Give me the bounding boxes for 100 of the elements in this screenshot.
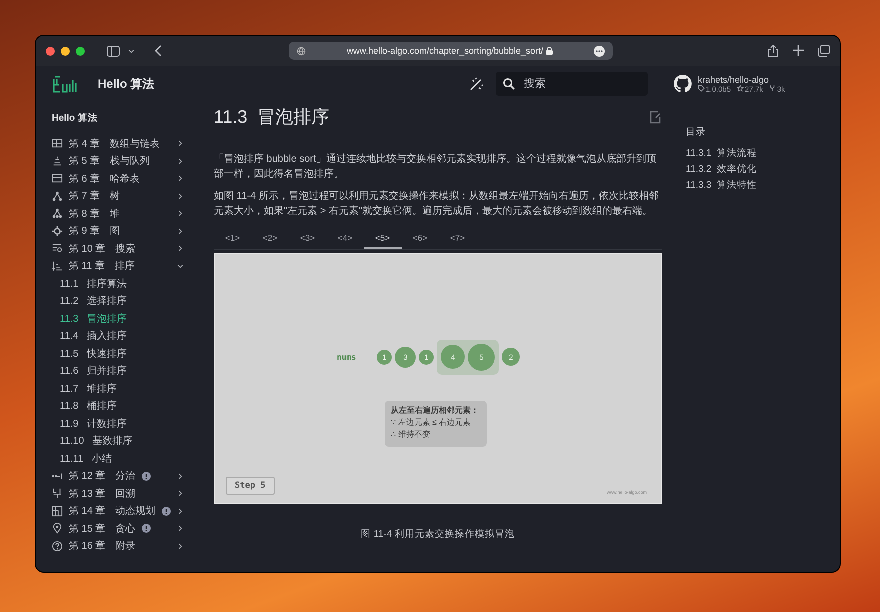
legend-title: 从左至右遍历相邻元素：	[391, 405, 479, 417]
grid-icon	[52, 138, 63, 150]
sidebar-toggle-icon[interactable]	[107, 46, 120, 56]
chevron-down-icon[interactable]	[128, 48, 135, 54]
toc-link[interactable]: 11.3.3 算法特性	[686, 179, 830, 195]
chevron-right-icon	[177, 472, 184, 480]
toc-link[interactable]: 11.3.1 算法流程	[686, 147, 830, 163]
chapter-item[interactable]: 第 9 章 图	[52, 222, 200, 240]
chapter-item[interactable]: 第 16 章 附录	[52, 538, 200, 555]
section-link[interactable]: 11.9 计数排序	[52, 415, 200, 432]
section-link[interactable]: 11.10 基数排序	[52, 432, 200, 450]
magic-wand-icon[interactable]	[470, 77, 484, 91]
lock-icon	[546, 47, 554, 55]
chevron-right-icon	[177, 175, 184, 182]
step-tab[interactable]: <6>	[402, 229, 439, 249]
step-tab[interactable]: <1>	[214, 229, 252, 249]
toc-title: 目录	[686, 126, 707, 139]
chapter-number: 第 16 章	[69, 540, 106, 554]
chapter-item[interactable]: 第 15 章 贪心	[52, 520, 200, 538]
url-text: www.hello-algo.com/chapter_sorting/bubble_sort/	[312, 46, 588, 56]
tree-icon	[52, 208, 63, 220]
chapter-item[interactable]: 第 11 章 排序	[52, 258, 200, 275]
globe-icon	[297, 46, 306, 56]
help-icon	[52, 540, 63, 552]
step-label: Step 5	[226, 477, 275, 495]
chapter-title: 树	[110, 190, 120, 204]
chevron-right-icon	[177, 508, 184, 515]
edit-icon[interactable]	[650, 110, 662, 124]
minimize-button[interactable]	[61, 46, 70, 56]
paragraph: 「冒泡排序 bubble sort」通过连续地比较与交换相邻元素实现排序。这个过程就像气泡从底部升到顶部一样，因此得名冒泡排序。	[214, 152, 658, 182]
section-link[interactable]: 11.2 选择排序	[52, 292, 200, 310]
page-heading: 冒泡排序	[258, 106, 330, 129]
logo-icon[interactable]	[52, 75, 78, 93]
sidebar-title: Hello 算法	[52, 112, 99, 125]
close-button[interactable]	[46, 46, 55, 56]
alert-icon	[142, 472, 151, 481]
section-link[interactable]: 11.5 快速排序	[52, 345, 200, 362]
chapter-title: 贪心	[116, 522, 136, 536]
array-label: nums	[337, 352, 356, 362]
tag-icon	[698, 84, 705, 92]
plus-icon[interactable]	[793, 44, 804, 56]
section-link[interactable]: 11.1 排序算法	[52, 275, 200, 292]
chapter-title: 搜索	[116, 242, 136, 256]
heading-number: 11.3	[214, 106, 248, 128]
chapter-number: 第 10 章	[69, 242, 106, 256]
section-link[interactable]: 11.8 桶排序	[52, 398, 200, 415]
chapter-item[interactable]: 第 10 章 搜索	[52, 240, 200, 258]
more-icon[interactable]	[594, 46, 605, 56]
github-icon[interactable]	[674, 75, 692, 93]
section-link[interactable]: 11.3 冒泡排序	[52, 310, 200, 328]
chapter-number: 第 11 章	[69, 260, 105, 274]
paragraph: 如图 11-4 所示，冒泡过程可以利用元素交换操作来模拟：从数组最左端开始向右遍历，依次比较相邻元素大小，如果"左元素 > 右元素"就交换它俩。遍历完成后，最大的元素会被移动到数组的最右端。	[214, 190, 660, 219]
section-link[interactable]: 11.4 插入排序	[52, 328, 200, 345]
gear-icon	[52, 226, 63, 237]
chapter-item[interactable]: 第 4 章 数组与链表	[52, 135, 200, 152]
section-link[interactable]: 11.11 小结	[52, 450, 200, 468]
search-field[interactable]: 搜索	[496, 72, 648, 96]
repo-name[interactable]: krahets/hello-algo	[698, 74, 786, 84]
back-icon[interactable]	[155, 45, 163, 57]
chevron-right-icon	[177, 228, 184, 235]
chapter-item[interactable]: 第 6 章 哈希表	[52, 170, 200, 188]
chapter-number: 第 12 章	[69, 470, 106, 484]
step-tab[interactable]: <2>	[252, 229, 289, 249]
search-list-icon	[52, 243, 63, 254]
chapter-number: 第 13 章	[69, 488, 106, 501]
chevron-right-icon	[177, 210, 184, 218]
chapter-item[interactable]: 第 5 章 栈与队列	[52, 152, 200, 170]
tabs-icon[interactable]	[818, 44, 830, 56]
chapter-title: 堆	[110, 208, 120, 221]
star-icon	[737, 84, 744, 92]
section-link[interactable]: 11.6 归并排序	[52, 362, 200, 380]
chevron-down-icon	[177, 262, 184, 270]
chapter-number: 第 7 章	[69, 190, 100, 204]
chapter-item[interactable]: 第 12 章 分治	[52, 468, 200, 485]
chevron-right-icon	[177, 158, 184, 165]
chapter-item[interactable]: 第 7 章 树	[52, 188, 200, 205]
maximize-button[interactable]	[76, 46, 85, 56]
chapter-title: 排序	[114, 260, 135, 274]
chapter-title: 动态规划	[116, 504, 156, 518]
chapter-number: 第 4 章	[69, 138, 100, 151]
chapter-item[interactable]: 第 14 章 动态规划	[52, 502, 200, 520]
tree-icon	[52, 190, 63, 202]
share-icon[interactable]	[768, 44, 779, 58]
fork-icon	[769, 84, 776, 92]
chapter-item[interactable]: 第 8 章 堆	[52, 205, 200, 222]
site-title[interactable]: Hello 算法	[98, 76, 155, 92]
chapter-item[interactable]: 第 13 章 回溯	[52, 485, 200, 502]
chapter-title: 数组与链表	[110, 138, 160, 151]
address-bar[interactable]: www.hello-algo.com/chapter_sorting/bubble_sort/	[289, 42, 613, 60]
step-tab[interactable]: <3>	[289, 229, 326, 249]
chapter-number: 第 14 章	[69, 504, 106, 518]
chapter-number: 第 8 章	[69, 208, 100, 221]
toc-link[interactable]: 11.3.2 效率优化	[686, 163, 830, 179]
table-icon	[52, 173, 63, 184]
step-tab[interactable]: <4>	[326, 229, 364, 249]
section-link[interactable]: 11.7 堆排序	[52, 380, 200, 398]
step-tab[interactable]: <7>	[439, 229, 476, 249]
chevron-right-icon	[177, 245, 184, 252]
chapter-title: 哈希表	[110, 172, 140, 186]
step-tab[interactable]: <5>	[364, 229, 402, 249]
